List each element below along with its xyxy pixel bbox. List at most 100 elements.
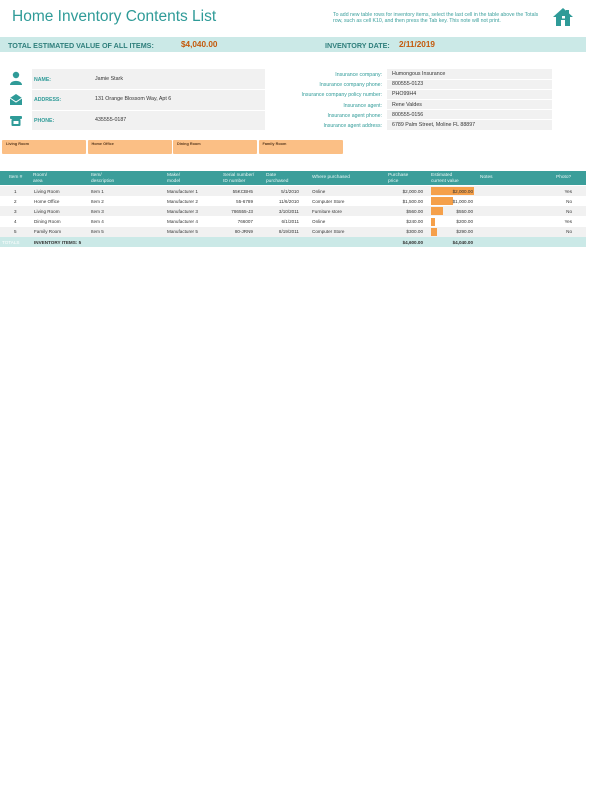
insurance-label: Insurance company phone: (319, 82, 382, 89)
insurance-value[interactable]: Rene Valdes (392, 102, 422, 108)
instruction-note: To add new table rows for inventory item… (333, 12, 539, 24)
address-label: ADDRESS: (34, 97, 62, 103)
insurance-value[interactable]: 800555-0156 (392, 112, 423, 118)
estimated-value-cell[interactable]: $290.00 (456, 229, 473, 234)
make-cell[interactable]: Manufacturer 4 (167, 219, 198, 224)
col-make[interactable]: Make/ model (167, 173, 180, 184)
insurance-label: Insurance company policy number: (301, 92, 382, 99)
table-row[interactable]: 3 Living Room Item 3 Manufacturer 3 786555-J… (0, 206, 586, 217)
total-purchase-price: $4,600.00 (402, 239, 423, 245)
where-cell[interactable]: Computer Store (312, 229, 344, 234)
where-cell[interactable]: Computer Store (312, 199, 344, 204)
col-estimated[interactable]: Estimated current value (431, 173, 459, 184)
room-cell[interactable]: Living Room (34, 189, 60, 194)
item-number[interactable]: 4 (14, 219, 17, 224)
description-cell[interactable]: Item 2 (91, 199, 104, 204)
table-row[interactable]: 4 Dining Room Item 4 Manufacturer 4 766007 6/… (0, 217, 586, 227)
date-cell[interactable]: 11/6/2010 (279, 199, 299, 204)
insurance-value[interactable]: 800555-0123 (392, 81, 423, 87)
house-icon (553, 8, 573, 26)
room-tab[interactable]: Family Room (258, 140, 343, 154)
name-value[interactable]: Jamie Stark (95, 76, 123, 82)
date-cell[interactable]: 8/19/2011 (279, 229, 299, 234)
address-value[interactable]: 131 Orange Blossom Way, Apt 6 (95, 96, 171, 102)
table-row[interactable]: 1 Living Room Item 1 Manufacturer 1 55KCBH5 5… (0, 186, 586, 196)
room-cell[interactable]: Dining Room (34, 219, 61, 224)
photo-cell[interactable]: No (566, 229, 572, 234)
where-cell[interactable]: Furniture store (312, 209, 342, 214)
room-tab-label: Home Office (91, 142, 114, 146)
date-cell[interactable]: 6/1/2011 (281, 219, 299, 224)
col-notes[interactable]: Notes (480, 175, 493, 181)
table-row[interactable]: 5 Family Room Item 5 Manufacturer 5 80-JRN9 8… (0, 226, 586, 237)
col-date[interactable]: Date purchased (266, 173, 288, 184)
insurance-label: Insurance agent: (343, 102, 382, 109)
serial-cell[interactable]: 80-JRN9 (235, 229, 253, 234)
where-cell[interactable]: Online (312, 189, 325, 194)
col-photo[interactable]: Photo? (556, 175, 571, 181)
price-cell[interactable]: $240.00 (406, 219, 423, 224)
serial-cell[interactable]: 766007 (238, 219, 253, 224)
photo-cell[interactable]: No (566, 209, 572, 214)
description-cell[interactable]: Item 1 (91, 189, 104, 194)
room-tab-label: Living Room (6, 142, 29, 146)
col-item[interactable]: Item # (9, 175, 22, 181)
col-where[interactable]: Where purchased (312, 175, 350, 181)
room-tab-label: Dining Room (177, 142, 201, 146)
estimated-value-cell[interactable]: $2,000.00 (453, 189, 473, 194)
photo-cell[interactable]: Yes (565, 189, 573, 194)
name-label: NAME: (34, 77, 52, 83)
phone-label: PHONE: (34, 118, 55, 124)
page-title: Home Inventory Contents List (12, 8, 217, 25)
serial-cell[interactable]: 55-6789 (236, 199, 253, 204)
make-cell[interactable]: Manufacturer 1 (167, 189, 198, 194)
item-number[interactable]: 1 (14, 189, 17, 194)
phone-icon (10, 116, 22, 126)
insurance-value[interactable]: 6789 Palm Street, Moline FL 88897 (392, 122, 475, 128)
insurance-value[interactable]: PHO99H4 (392, 91, 416, 97)
room-cell[interactable]: Family Room (34, 229, 61, 234)
room-tab[interactable]: Living Room (2, 140, 86, 154)
phone-value[interactable]: 435555-0187 (95, 117, 126, 123)
table-row[interactable]: 2 Home Office Item 2 Manufacturer 2 55-6789 1… (0, 196, 586, 206)
description-cell[interactable]: Item 5 (91, 229, 104, 234)
description-cell[interactable]: Item 4 (91, 219, 104, 224)
estimated-value-cell[interactable]: $550.00 (456, 209, 473, 214)
col-description[interactable]: Item/ description (91, 173, 114, 184)
room-tab[interactable]: Dining Room (173, 140, 257, 154)
price-cell[interactable]: $2,000.00 (403, 189, 423, 194)
price-cell[interactable]: $1,500.00 (403, 199, 423, 204)
person-icon (10, 71, 22, 85)
item-number[interactable]: 5 (14, 229, 17, 234)
make-cell[interactable]: Manufacturer 3 (167, 209, 198, 214)
inventory-date[interactable]: 2/11/2019 (399, 40, 435, 49)
room-tab[interactable]: Home Office (87, 140, 172, 154)
price-cell[interactable]: $560.00 (406, 209, 423, 214)
date-cell[interactable]: 5/1/2010 (281, 189, 299, 194)
total-value-label: TOTAL ESTIMATED VALUE OF ALL ITEMS: (8, 41, 154, 50)
description-cell[interactable]: Item 3 (91, 209, 104, 214)
serial-cell[interactable]: 55KCBH5 (233, 189, 253, 194)
photo-cell[interactable]: No (566, 199, 572, 204)
item-number[interactable]: 2 (14, 199, 17, 204)
total-value[interactable]: $4,040.00 (181, 40, 217, 49)
room-cell[interactable]: Home Office (34, 199, 59, 204)
price-cell[interactable]: $300.00 (406, 229, 423, 234)
col-price[interactable]: Purchase price (388, 173, 408, 184)
totals-row: TOTALS INVENTORY ITEMS: 5 $4,600.00 $4,0… (0, 237, 586, 247)
date-cell[interactable]: 3/10/2011 (279, 209, 299, 214)
photo-cell[interactable]: Yes (565, 219, 573, 224)
estimated-value-bar (431, 217, 436, 226)
item-number[interactable]: 3 (14, 209, 17, 214)
col-serial[interactable]: Serial number/ ID number (223, 173, 254, 184)
make-cell[interactable]: Manufacturer 2 (167, 199, 198, 204)
insurance-value[interactable]: Humongous Insurance (392, 71, 445, 77)
make-cell[interactable]: Manufacturer 5 (167, 229, 198, 234)
col-room[interactable]: Room/ area (33, 173, 47, 184)
estimated-value-cell[interactable]: $1,000.00 (453, 199, 473, 204)
estimated-value-bar (431, 207, 443, 216)
where-cell[interactable]: Online (312, 219, 325, 224)
room-cell[interactable]: Living Room (34, 209, 60, 214)
serial-cell[interactable]: 786555-J3 (231, 209, 253, 214)
estimated-value-cell[interactable]: $200.00 (456, 219, 473, 224)
